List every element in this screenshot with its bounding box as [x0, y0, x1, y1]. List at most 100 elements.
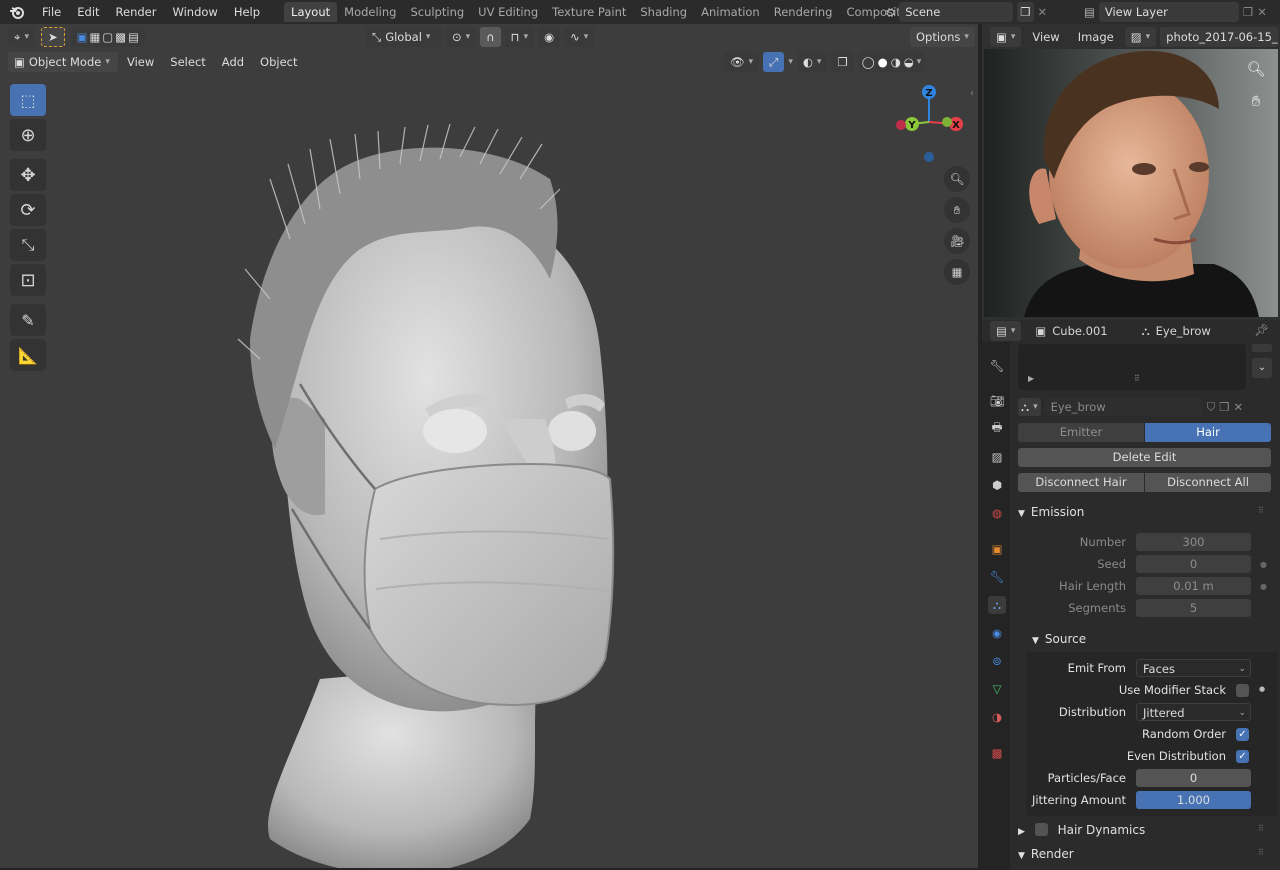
navigation-gizmo[interactable]: Z Y X: [890, 82, 970, 164]
select-new-icon[interactable]: ▣: [77, 27, 88, 47]
browse-settings-button[interactable]: ⛬ ▾: [1018, 398, 1041, 416]
tab-uv-editing[interactable]: UV Editing: [471, 2, 545, 22]
tab-animation[interactable]: Animation: [694, 2, 767, 22]
view-layer-selector[interactable]: ▤ View Layer ❐ ✕: [1084, 2, 1267, 22]
render-panel-header[interactable]: ▼ Render: [1012, 843, 1278, 865]
list-resize-grip-icon[interactable]: ⠿: [1134, 374, 1140, 383]
transform-tool[interactable]: ⊡: [10, 264, 46, 296]
list-specials-chevron-icon[interactable]: ⌄: [1252, 358, 1272, 378]
hair-dynamics-panel-header[interactable]: ▶ Hair Dynamics: [1012, 819, 1278, 841]
even-distribution-checkbox[interactable]: ✓: [1236, 750, 1249, 763]
camera-view-icon[interactable]: 🎥︎: [944, 228, 970, 254]
fake-user-shield-icon[interactable]: ⛉: [1207, 400, 1216, 415]
output-tab-icon[interactable]: 🖶: [988, 420, 1006, 438]
panel-grip-icon[interactable]: ⠿: [1258, 848, 1264, 857]
image-zoom-icon[interactable]: 🔍︎: [1245, 60, 1267, 82]
segments-field[interactable]: 5: [1136, 599, 1251, 617]
random-order-checkbox[interactable]: ✓: [1236, 728, 1249, 741]
image-editor-type-button[interactable]: ▣ ▾: [990, 27, 1022, 47]
jittering-amount-slider[interactable]: 1.000: [1136, 791, 1251, 809]
visibility-dropdown[interactable]: 👁 ▾: [724, 52, 760, 72]
pan-hand-icon[interactable]: ✋︎: [944, 197, 970, 223]
panel-grip-icon[interactable]: ⠿: [1258, 824, 1264, 833]
panel-grip-icon[interactable]: ⠿: [1258, 506, 1264, 515]
data-tab-icon[interactable]: ▽: [988, 680, 1006, 698]
scene-tab-icon[interactable]: ⬢: [988, 476, 1006, 494]
hair-length-keyframe-dot-icon[interactable]: ●: [1260, 582, 1267, 591]
menu-help[interactable]: Help: [226, 0, 268, 24]
seed-keyframe-dot-icon[interactable]: ●: [1260, 560, 1267, 569]
image-menu-image[interactable]: Image: [1071, 27, 1121, 47]
particles-face-field[interactable]: 0: [1136, 769, 1251, 787]
overlays-toggle[interactable]: ◐ ▾: [796, 52, 828, 72]
image-menu-view[interactable]: View: [1025, 27, 1066, 47]
select-invert-icon[interactable]: ▩: [115, 27, 126, 47]
mode-dropdown[interactable]: ▣ Object Mode ▾: [8, 52, 118, 72]
viewport-menu-add[interactable]: Add: [215, 52, 251, 72]
emission-panel-header[interactable]: ▼ Emission: [1012, 501, 1278, 523]
material-shading-icon[interactable]: ◑: [891, 52, 901, 72]
tab-sculpting[interactable]: Sculpting: [403, 2, 471, 22]
tab-rendering[interactable]: Rendering: [767, 2, 840, 22]
browse-image-button[interactable]: ▨ ▾: [1124, 27, 1157, 47]
object-tab-icon[interactable]: ▣: [988, 540, 1006, 558]
seed-field[interactable]: 0: [1136, 555, 1251, 573]
properties-type-button[interactable]: ▤ ▾: [990, 321, 1022, 341]
move-tool[interactable]: ✥: [10, 159, 46, 191]
scene-selector[interactable]: ⛭ Scene ❐ ✕: [886, 2, 1047, 22]
scene-name[interactable]: Scene: [899, 2, 1014, 22]
options-dropdown[interactable]: Options ▾: [910, 27, 975, 47]
select-tool-button[interactable]: ➤: [41, 27, 65, 47]
type-hair-button[interactable]: Hair: [1145, 423, 1271, 442]
gizmo-dropdown-icon[interactable]: ▾: [788, 57, 793, 67]
measure-tool[interactable]: 📐: [10, 339, 46, 371]
constraints-tab-icon[interactable]: ⊚: [988, 652, 1006, 670]
menu-edit[interactable]: Edit: [69, 0, 107, 24]
select-extend-icon[interactable]: ▦: [90, 27, 101, 47]
close-scene-icon[interactable]: ✕: [1038, 5, 1048, 19]
selection-mode-group[interactable]: ▣ ▦ ▢ ▩ ▤: [70, 27, 146, 47]
select-intersect-icon[interactable]: ▤: [128, 27, 139, 47]
emit-from-dropdown[interactable]: Faces ⌄: [1136, 659, 1251, 677]
viewport-menu-select[interactable]: Select: [163, 52, 212, 72]
world-tab-icon[interactable]: ◍: [988, 504, 1006, 522]
view-layer-name[interactable]: View Layer: [1098, 2, 1239, 22]
type-emitter-button[interactable]: Emitter: [1018, 423, 1144, 442]
menu-file[interactable]: File: [34, 0, 69, 24]
keyframe-dot-icon[interactable]: ●: [1259, 685, 1265, 693]
snap-toggle[interactable]: ∩: [480, 27, 501, 47]
pin-icon[interactable]: 📌︎: [1254, 323, 1269, 337]
blender-logo-icon[interactable]: [0, 4, 34, 20]
number-field[interactable]: 300: [1136, 533, 1251, 551]
rendered-shading-icon[interactable]: ◒: [904, 52, 914, 72]
close-view-layer-icon[interactable]: ✕: [1257, 5, 1267, 19]
shading-mode-group[interactable]: ◯ ● ◑ ◒ ▾: [857, 52, 926, 72]
source-panel-header[interactable]: ▼ Source: [1026, 628, 1278, 650]
menu-render[interactable]: Render: [108, 0, 165, 24]
copy-scene-icon[interactable]: ❐: [1017, 2, 1034, 22]
hair-length-field[interactable]: 0.01 m: [1136, 577, 1251, 595]
render-tab-icon[interactable]: 📷︎: [988, 392, 1006, 410]
list-scroll-button[interactable]: [1252, 344, 1272, 352]
view-layer-tab-icon[interactable]: ▨: [988, 448, 1006, 466]
solid-shading-icon[interactable]: ●: [878, 52, 888, 72]
rotate-tool[interactable]: ⟳: [10, 194, 46, 226]
menu-window[interactable]: Window: [164, 0, 225, 24]
image-pan-hand-icon[interactable]: ✋︎: [1245, 92, 1267, 114]
particle-system-list[interactable]: ▶ ⠿: [1018, 344, 1246, 390]
tab-texture-paint[interactable]: Texture Paint: [545, 2, 633, 22]
copy-view-layer-icon[interactable]: ❐: [1243, 5, 1253, 19]
3d-viewport[interactable]: ⌖ ▾ ➤ ▣ ▦ ▢ ▩ ▤ ⤡ Global ▾ ⊙ ▾ ∩ ⊓ ▾ ◉ ∿ ▾ Options…: [0, 24, 978, 868]
physics-tab-icon[interactable]: ◉: [988, 624, 1006, 642]
texture-tab-icon[interactable]: ▩: [988, 744, 1006, 762]
falloff-dropdown[interactable]: ∿ ▾: [564, 27, 595, 47]
viewport-menu-view[interactable]: View: [120, 52, 161, 72]
annotate-tool[interactable]: ✎: [10, 304, 46, 336]
disconnect-all-button[interactable]: Disconnect All: [1145, 473, 1271, 492]
tab-shading[interactable]: Shading: [633, 2, 694, 22]
reference-photo[interactable]: [984, 49, 1278, 317]
zoom-icon[interactable]: 🔍︎: [944, 166, 970, 192]
distribution-dropdown[interactable]: Jittered ⌄: [1136, 703, 1251, 721]
tool-settings-tab-icon[interactable]: 🔧︎: [988, 357, 1006, 375]
sidebar-collapse-icon[interactable]: ‹: [970, 88, 974, 99]
